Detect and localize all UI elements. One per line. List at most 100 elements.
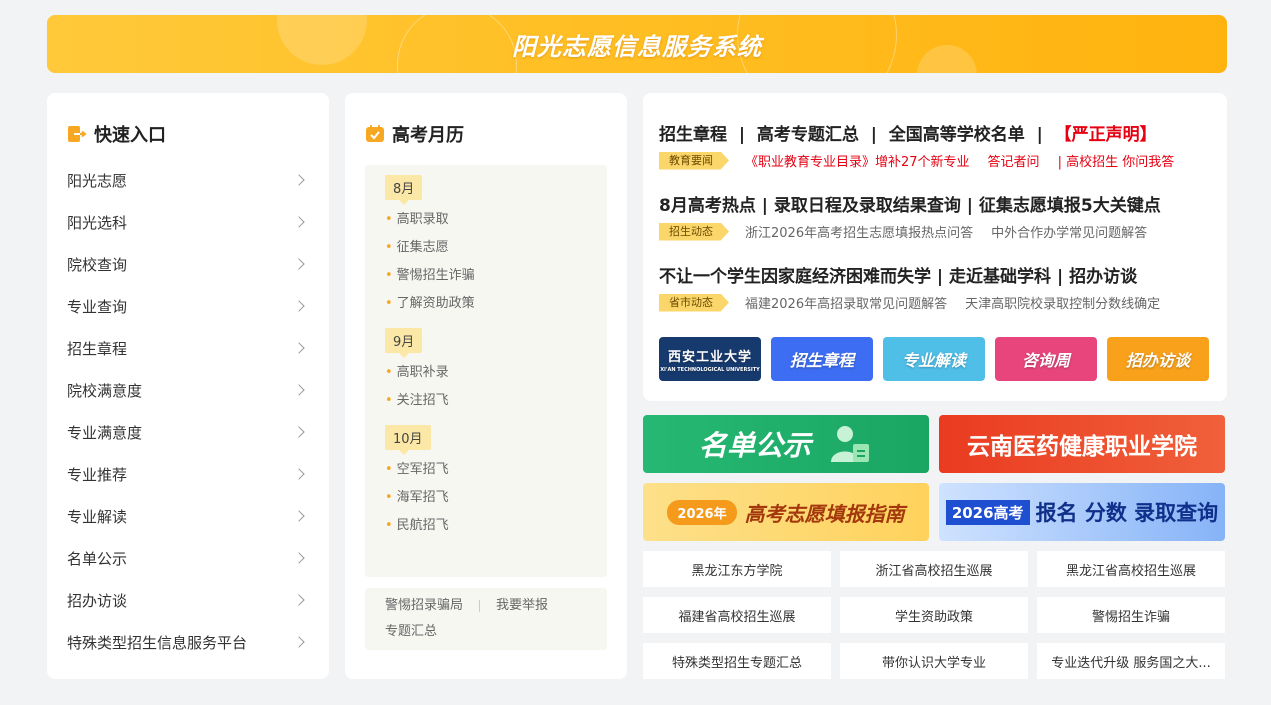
report-link[interactable]: 我要举报 — [496, 598, 548, 613]
list-publicity-banner[interactable]: 名单公示 — [643, 415, 929, 473]
application-guide-banner[interactable]: 2026年 高考志愿填报指南 — [643, 483, 929, 541]
month-items: 高职录取 征集志愿 警惕招生诈骗 了解资助政策 — [385, 206, 607, 318]
chevron-right-icon — [293, 468, 305, 480]
news-sublinks: 教育要闻 《职业教育专业目录》增补27个新专业 答记者问 | 高校招生 你问我答 — [659, 151, 1192, 170]
feature-tiles: 西安工业大学 XI'AN TECHNOLOGICAL UNIVERSITY 招生… — [659, 337, 1209, 381]
quick-links-grid: 黑龙江东方学院 浙江省高校招生巡展 黑龙江省高校招生巡展 福建省高校招生巡展 学… — [643, 551, 1225, 679]
calendar-link[interactable]: 高职录取 — [385, 206, 607, 234]
news-sublinks: 省市动态 福建2026年高招录取常见问题解答 天津高职院校录取控制分数线确定 — [659, 293, 1178, 312]
news-link[interactable]: 浙江2026年高考招生志愿填报热点问答 — [745, 222, 973, 241]
quick-entry-heading: 快速入口 — [67, 121, 166, 147]
university-logo-text: 西安工业大学 — [667, 349, 752, 365]
divider — [479, 599, 481, 612]
calendar-heading: 高考月历 — [365, 121, 464, 147]
grid-link[interactable]: 学生资助政策 — [840, 597, 1028, 633]
headline-link[interactable]: 高考专题汇总 — [757, 125, 859, 145]
calendar-footer-links: 警惕招录骗局 我要举报 专题汇总 — [365, 588, 607, 650]
quick-item-interviews[interactable]: 招办访谈 — [67, 579, 309, 621]
quick-item-major-satisfaction[interactable]: 专业满意度 — [67, 411, 309, 453]
chevron-right-icon — [293, 426, 305, 438]
calendar-link[interactable]: 空军招飞 — [385, 456, 607, 484]
news-sublinks: 招生动态 浙江2026年高考招生志愿填报热点问答 中外合作办学常见问题解答 — [659, 222, 1165, 241]
yunnan-college-text: 云南医药健康职业学院 — [967, 434, 1197, 460]
headline-link[interactable]: 招生章程 — [659, 125, 727, 145]
calendar-list: 8月 高职录取 征集志愿 警惕招生诈骗 了解资助政策 9月 高职补录 关注招飞 … — [365, 165, 607, 577]
quick-item-major-recommend[interactable]: 专业推荐 — [67, 453, 309, 495]
news-row: 招生章程 | 高考专题汇总 | 全国高等学校名单 | 【严正声明】 教育要闻 《… — [659, 120, 1192, 170]
chevron-right-icon — [293, 594, 305, 606]
quick-item-major-search[interactable]: 专业查询 — [67, 285, 309, 327]
news-link[interactable]: | 高校招生 你问我答 — [1058, 151, 1175, 170]
tile-consult-week[interactable]: 咨询周 — [995, 337, 1097, 381]
quick-entry-title: 快速入口 — [94, 125, 166, 146]
grid-link[interactable]: 特殊类型招生专题汇总 — [643, 643, 831, 679]
news-headline[interactable]: 8月高考热点 | 录取日程及录取结果查询 | 征集志愿填报5大关键点 — [659, 191, 1165, 216]
chevron-right-icon — [293, 636, 305, 648]
news-link[interactable]: 中外合作办学常见问题解答 — [991, 222, 1147, 241]
university-logo-tile[interactable]: 西安工业大学 XI'AN TECHNOLOGICAL UNIVERSITY — [659, 337, 761, 381]
tile-major-interpretation[interactable]: 专业解读 — [883, 337, 985, 381]
quick-item-list-publicity[interactable]: 名单公示 — [67, 537, 309, 579]
calendar-link[interactable]: 高职补录 — [385, 359, 607, 387]
score-query-banner[interactable]: 2026高考 报名 分数 录取查询 — [939, 483, 1225, 541]
tile-admission-rules[interactable]: 招生章程 — [771, 337, 873, 381]
guide-year-badge: 2026年 — [667, 499, 737, 525]
chevron-right-icon — [293, 342, 305, 354]
exam-calendar-panel: 高考月历 8月 高职录取 征集志愿 警惕招生诈骗 了解资助政策 9月 高职补录 … — [345, 93, 627, 679]
chevron-right-icon — [293, 384, 305, 396]
chevron-right-icon — [293, 216, 305, 228]
news-row: 8月高考热点 | 录取日程及录取结果查询 | 征集志愿填报5大关键点 招生动态 … — [659, 191, 1165, 241]
calendar-icon — [365, 124, 385, 144]
news-row: 不让一个学生因家庭经济困难而失学 | 走近基础学科 | 招办访谈 省市动态 福建… — [659, 262, 1178, 312]
site-title: 阳光志愿信息服务系统 — [512, 33, 762, 61]
list-publicity-text: 名单公示 — [698, 429, 811, 462]
month-badge: 10月 — [385, 425, 431, 455]
month-badge: 9月 — [385, 328, 423, 358]
calendar-link[interactable]: 警惕招生诈骗 — [385, 262, 607, 290]
calendar-link[interactable]: 海军招飞 — [385, 484, 607, 512]
quick-item-major-interpretation[interactable]: 专业解读 — [67, 495, 309, 537]
grid-link[interactable]: 带你认识大学专业 — [840, 643, 1028, 679]
calendar-link[interactable]: 了解资助政策 — [385, 290, 607, 318]
grid-link[interactable]: 专业迭代升级 服务国之大... — [1037, 643, 1225, 679]
chevron-right-icon — [293, 258, 305, 270]
tile-interviews[interactable]: 招办访谈 — [1107, 337, 1209, 381]
news-link[interactable]: 福建2026年高招录取常见问题解答 — [745, 293, 947, 312]
grid-link[interactable]: 福建省高校招生巡展 — [643, 597, 831, 633]
quick-item-college-search[interactable]: 院校查询 — [67, 243, 309, 285]
news-headline[interactable]: 不让一个学生因家庭经济困难而失学 | 走近基础学科 | 招办访谈 — [659, 262, 1178, 287]
quick-item-admission-rules[interactable]: 招生章程 — [67, 327, 309, 369]
statement-link[interactable]: 【严正声明】 — [1055, 125, 1157, 145]
calendar-title: 高考月历 — [392, 125, 464, 146]
topics-link[interactable]: 专题汇总 — [385, 624, 437, 639]
category-tag: 教育要闻 — [659, 151, 729, 170]
headline-link[interactable]: 全国高等学校名单 — [889, 125, 1025, 145]
calendar-link[interactable]: 关注招飞 — [385, 387, 607, 415]
guide-text: 高考志愿填报指南 — [744, 501, 905, 526]
news-link[interactable]: 答记者问 — [988, 151, 1040, 170]
grid-link[interactable]: 浙江省高校招生巡展 — [840, 551, 1028, 587]
university-logo-subtext: XI'AN TECHNOLOGICAL UNIVERSITY — [660, 366, 760, 373]
chevron-right-icon — [293, 552, 305, 564]
quick-entry-list: 阳光志愿 阳光选科 院校查询 专业查询 招生章程 院校满意度 专业满意度 专业推… — [67, 159, 309, 663]
grid-link[interactable]: 警惕招生诈骗 — [1037, 597, 1225, 633]
calendar-link[interactable]: 征集志愿 — [385, 234, 607, 262]
news-link[interactable]: 《职业教育专业目录》增补27个新专业 — [745, 151, 970, 170]
category-tag: 招生动态 — [659, 222, 729, 241]
month-items: 高职补录 关注招飞 — [385, 359, 607, 415]
scam-warning-link[interactable]: 警惕招录骗局 — [385, 598, 463, 613]
grid-link[interactable]: 黑龙江省高校招生巡展 — [1037, 551, 1225, 587]
quick-item-college-satisfaction[interactable]: 院校满意度 — [67, 369, 309, 411]
calendar-link[interactable]: 民航招飞 — [385, 512, 607, 540]
news-link[interactable]: 天津高职院校录取控制分数线确定 — [965, 293, 1160, 312]
grid-link[interactable]: 黑龙江东方学院 — [643, 551, 831, 587]
yunnan-college-banner[interactable]: 云南医药健康职业学院 — [939, 415, 1225, 473]
quick-item-sunshine-volunteer[interactable]: 阳光志愿 — [67, 159, 309, 201]
person-doc-icon — [831, 426, 869, 462]
quick-item-subject-selection[interactable]: 阳光选科 — [67, 201, 309, 243]
chevron-right-icon — [293, 174, 305, 186]
quick-item-special-admission[interactable]: 特殊类型招生信息服务平台 — [67, 621, 309, 663]
chevron-right-icon — [293, 300, 305, 312]
month-badge: 8月 — [385, 175, 423, 205]
query-year-badge: 2026高考 — [945, 499, 1030, 525]
